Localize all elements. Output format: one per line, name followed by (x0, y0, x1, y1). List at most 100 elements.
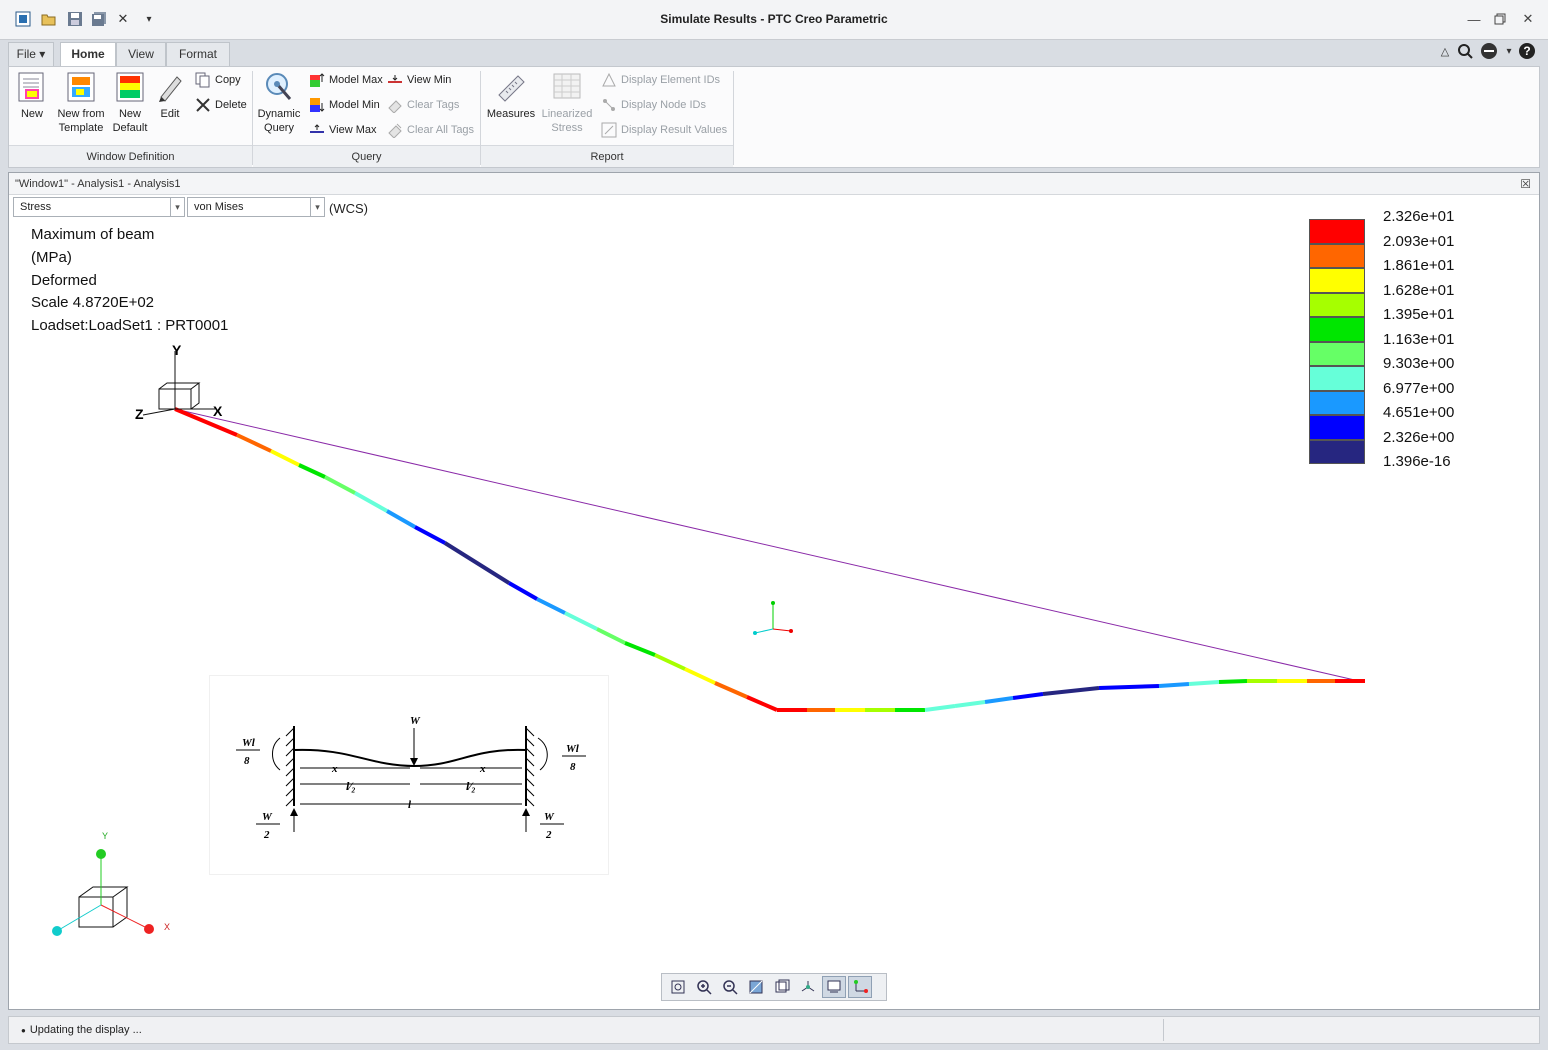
group-label-report: Report (481, 145, 733, 167)
view-max-button[interactable]: View Max (309, 121, 376, 139)
view-min-icon (388, 75, 402, 83)
sketch-label-l: l (408, 799, 412, 811)
community-dropdown-icon[interactable]: ▾ (1500, 42, 1518, 60)
undeformed-shape-line (174, 408, 1360, 682)
sketch-label-wl-left-num: Wl (242, 737, 256, 749)
display-element-ids-label: Display Element IDs (621, 74, 721, 86)
model-max-button[interactable]: Model Max (309, 71, 383, 89)
beam-segment (386, 509, 416, 529)
tab-file[interactable]: File ▾ (8, 42, 54, 66)
new-from-template-label-1: New from (57, 108, 105, 120)
model-max-icon (310, 73, 325, 87)
spin-center-toggle-icon[interactable] (796, 976, 820, 998)
display-result-values-button[interactable]: Display Result Values (601, 121, 727, 139)
tab-home[interactable]: Home (60, 42, 116, 68)
model-min-button[interactable]: Model Min (309, 96, 380, 114)
sketch-label-w2-left-num: W (262, 811, 273, 823)
clear-all-tags-button[interactable]: Clear All Tags (387, 121, 474, 139)
beam-segment (654, 653, 686, 671)
close-button[interactable]: ✕ (1518, 10, 1538, 28)
new-button[interactable]: New (13, 71, 51, 121)
linearized-stress-button[interactable]: Linearized Stress (539, 71, 595, 135)
view-min-label: View Min (407, 74, 452, 86)
refit-icon[interactable] (666, 976, 690, 998)
tab-view[interactable]: View (116, 42, 166, 66)
beam-segment (924, 704, 956, 712)
sketch-label-w: W (410, 715, 421, 727)
sketch-label-w2-left-den: 2 (263, 829, 270, 841)
new-default-icon (116, 72, 144, 102)
beam-segment (954, 700, 986, 708)
beam-segment (624, 641, 656, 657)
measures-button[interactable]: Measures (483, 71, 539, 121)
eraser-icon (388, 100, 402, 113)
eraser-all-icon (388, 123, 402, 138)
new-from-template-button[interactable]: New from Template (53, 71, 109, 135)
beam-segment (270, 449, 300, 467)
clear-tags-button[interactable]: Clear Tags (387, 96, 459, 114)
tab-format[interactable]: Format (166, 42, 230, 66)
beam-segment (1098, 684, 1160, 690)
edit-button[interactable]: Edit (151, 71, 189, 121)
edit-label: Edit (160, 108, 180, 120)
linearized-label-1: Linearized (541, 108, 593, 120)
new-label: New (20, 108, 43, 120)
beam-segment (564, 611, 598, 631)
linearized-stress-icon (553, 73, 581, 99)
csys-display-icon[interactable] (848, 976, 872, 998)
display-result-values-label: Display Result Values (621, 124, 728, 136)
new-default-button[interactable]: New Default (109, 71, 151, 135)
sketch-label-half-left: l⁄₂ (346, 779, 356, 793)
copy-icon (195, 72, 210, 88)
annotation-display-icon[interactable] (822, 976, 846, 998)
axis-label-x: X (213, 403, 223, 419)
element-ids-icon (602, 72, 616, 87)
zoom-out-icon[interactable] (718, 976, 742, 998)
dynamic-query-label-1: Dynamic (257, 108, 301, 120)
status-text: Updating the display ... (29, 1024, 142, 1036)
view-max-label: View Max (329, 124, 377, 136)
new-default-label-1: New (118, 108, 141, 120)
help-icon[interactable]: ? (1518, 42, 1536, 60)
beam-segment (596, 627, 626, 645)
search-icon[interactable] (1456, 42, 1474, 60)
delete-button[interactable]: Delete (195, 96, 247, 114)
fixed-beam-sketch-image: W Wl 8 Wl 8 x x l⁄₂ l⁄₂ l W 2 W 2 (209, 675, 609, 875)
beam-segment (1188, 680, 1220, 686)
maximize-button[interactable] (1490, 10, 1510, 28)
beam-segment (298, 463, 326, 479)
minimize-ribbon-icon[interactable]: △ (1436, 42, 1454, 60)
linearized-label-2: Stress (551, 122, 583, 134)
pencil-icon (159, 76, 182, 102)
beam-segment (1218, 679, 1248, 684)
node-ids-icon (603, 99, 615, 111)
display-node-ids-label: Display Node IDs (621, 99, 706, 111)
beam-segment (984, 696, 1014, 704)
minimize-button[interactable]: — (1464, 10, 1484, 28)
status-divider (1163, 1019, 1164, 1041)
svg-text:?: ? (1523, 44, 1530, 58)
dynamic-query-icon (266, 73, 292, 100)
model-view[interactable]: Y X Z Y X (9, 173, 1539, 1009)
beam-segment (1042, 686, 1100, 696)
beam-segment (1012, 692, 1044, 700)
dynamic-query-label-2: Query (264, 122, 294, 134)
beam-segment (536, 597, 566, 615)
dynamic-query-button[interactable]: Dynamic Query (255, 71, 303, 135)
beam-segment (174, 407, 238, 437)
group-label-window-definition: Window Definition (9, 145, 252, 167)
view-min-button[interactable]: View Min (387, 71, 451, 89)
beam-segment (1158, 682, 1190, 688)
display-node-ids-button[interactable]: Display Node IDs (601, 96, 706, 114)
status-bar: ● Updating the display ... (8, 1016, 1540, 1044)
saved-views-icon[interactable] (770, 976, 794, 998)
display-element-ids-button[interactable]: Display Element IDs (601, 71, 720, 89)
sketch-label-x-right: x (479, 763, 486, 775)
community-icon[interactable] (1480, 42, 1498, 60)
view-max-icon (310, 124, 324, 133)
copy-button[interactable]: Copy (195, 71, 241, 89)
repaint-icon[interactable] (744, 976, 768, 998)
zoom-in-icon[interactable] (692, 976, 716, 998)
sketch-label-half-right: l⁄₂ (466, 779, 476, 793)
template-icon (67, 72, 95, 102)
